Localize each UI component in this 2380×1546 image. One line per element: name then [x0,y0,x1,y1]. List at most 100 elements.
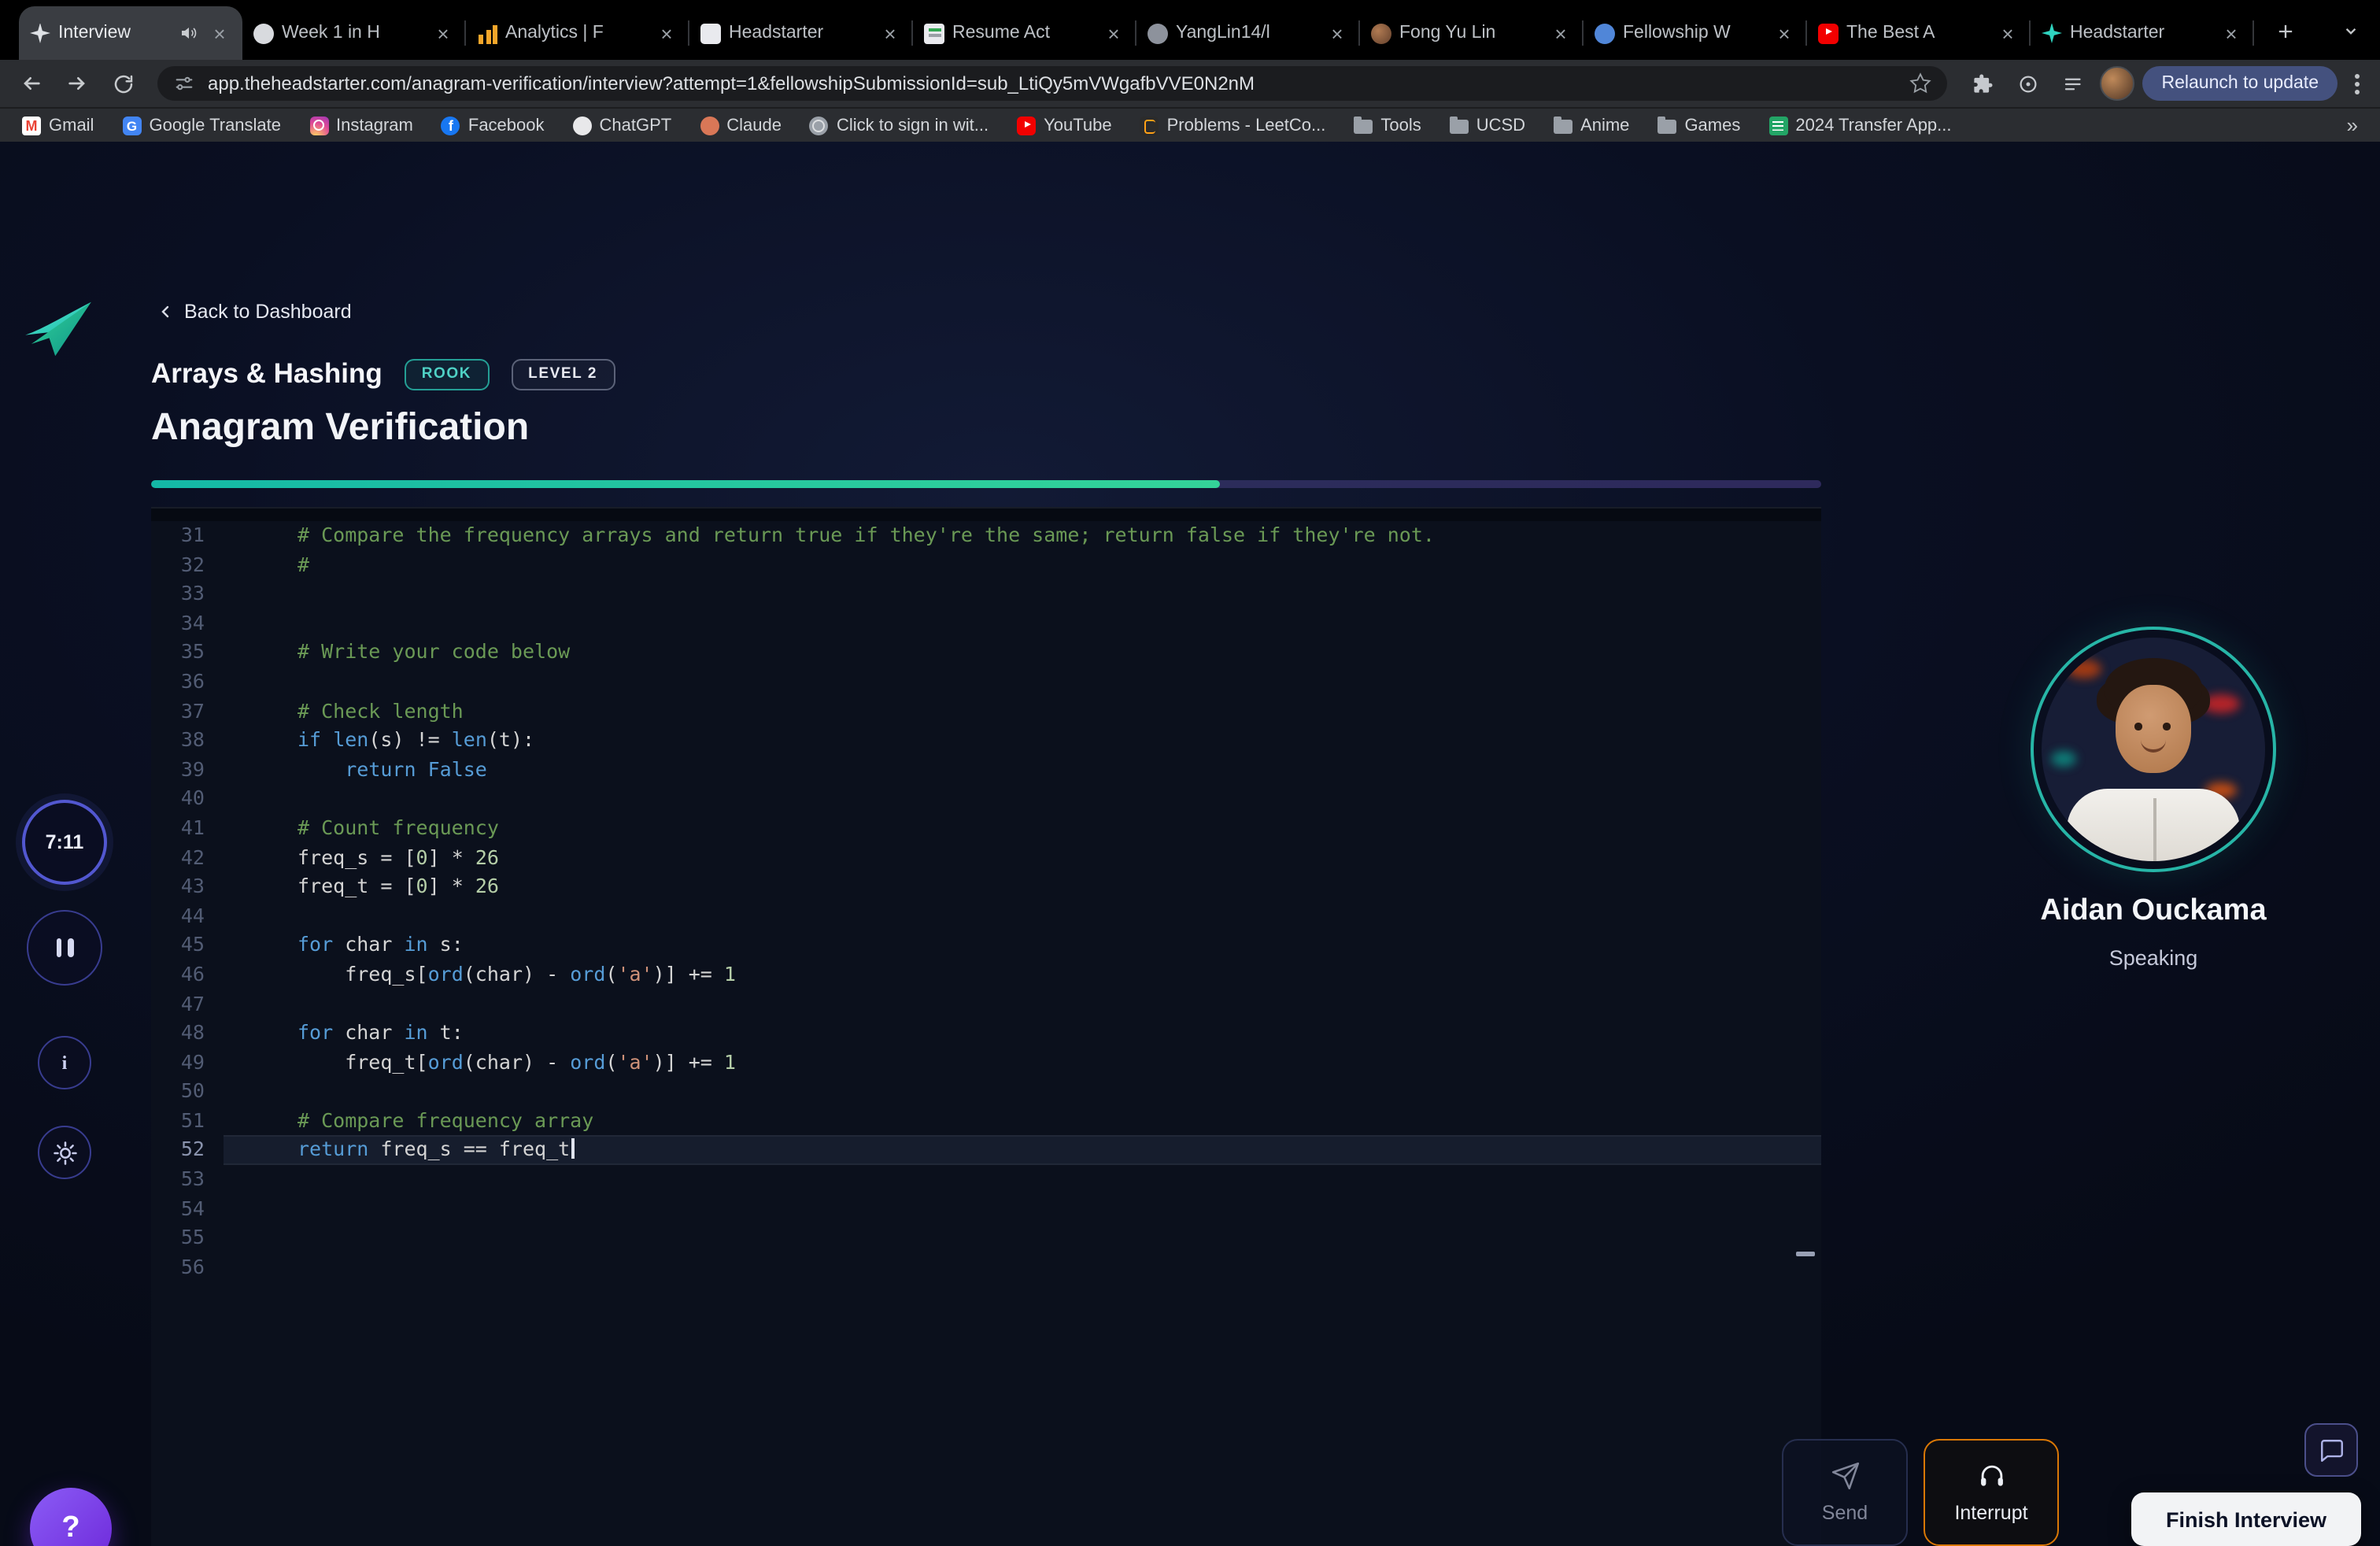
bookmark-item[interactable]: Problems - LeetCo... [1140,116,1326,135]
bookmark-label: Problems - LeetCo... [1167,116,1326,135]
browser-tab[interactable]: Fong Yu Lin× [1360,6,1584,60]
bookmark-item[interactable]: Anime [1554,116,1629,135]
extensions-icon[interactable] [1964,65,2001,102]
browser-tab[interactable]: Fellowship W× [1584,6,1807,60]
site-settings-icon[interactable] [173,72,195,94]
code-line[interactable]: 31# Compare the frequency arrays and ret… [151,521,1821,550]
browser-tab[interactable]: YangLin14/l × [1136,6,1360,60]
tab-title: YangLin14/l [1176,24,1318,43]
bookmarks-overflow-icon[interactable]: » [2347,113,2358,137]
back-to-dashboard-link[interactable]: Back to Dashboard [156,301,352,323]
bookmark-item[interactable]: Click to sign in wit... [810,116,989,135]
code-line[interactable]: 38if len(s) != len(t): [151,726,1821,755]
code-line[interactable]: 33 [151,579,1821,608]
chat-button[interactable] [2304,1423,2358,1477]
code-line[interactable]: 49 freq_t[ord(char) - ord('a')] += 1 [151,1048,1821,1077]
code-line[interactable]: 36 [151,668,1821,697]
code-line[interactable]: 42freq_s = [0] * 26 [151,843,1821,872]
tab-close-icon[interactable]: × [878,21,902,45]
bookmark-item[interactable]: 2024 Transfer App... [1768,116,1951,135]
bookmark-label: Google Translate [149,116,281,135]
code-line[interactable]: 51# Compare frequency array [151,1107,1821,1136]
bookmark-item[interactable]: Instagram [309,116,413,135]
finish-interview-button[interactable]: Finish Interview [2131,1492,2361,1546]
help-button[interactable]: ? [30,1488,112,1546]
tab-close-icon[interactable]: × [655,21,678,45]
code-line[interactable]: 41# Count frequency [151,814,1821,843]
new-tab-button[interactable] [2267,13,2304,50]
line-number: 51 [151,1107,224,1136]
profile-avatar[interactable] [2101,66,2135,101]
reload-button[interactable] [104,65,142,102]
code-line[interactable]: 56 [151,1253,1821,1282]
relaunch-button[interactable]: Relaunch to update [2143,66,2338,101]
code-line[interactable]: 46 freq_s[ord(char) - ord('a')] += 1 [151,960,1821,989]
code-line[interactable]: 54 [151,1194,1821,1223]
code-line[interactable]: 45for char in s: [151,931,1821,960]
info-button[interactable]: i [38,1036,91,1089]
bookmark-item[interactable]: Facebook [442,116,545,135]
pause-button[interactable] [27,910,102,986]
browser-tab[interactable]: Resume Act × [913,6,1136,60]
reading-list-icon[interactable] [2055,65,2093,102]
code-line[interactable]: 44 [151,901,1821,930]
bookmark-item[interactable]: Claude [700,116,782,135]
bookmark-item[interactable]: Gmail [22,116,94,135]
browser-tab[interactable]: The Best A× [1807,6,2031,60]
send-button[interactable]: Send [1782,1439,1908,1546]
code-line[interactable]: 39 return False [151,756,1821,785]
forward-button[interactable] [58,65,96,102]
browser-tab[interactable]: Week 1 in H× [242,6,466,60]
settings-button[interactable] [38,1126,91,1179]
code-line[interactable]: 47 [151,989,1821,1019]
code-text [224,609,1821,638]
browser-tab[interactable]: Headstarter× [2031,6,2254,60]
back-button[interactable] [13,65,50,102]
code-line[interactable]: 34 [151,609,1821,638]
code-text: # Write your code below [224,638,1821,668]
interrupt-button[interactable]: Interrupt [1924,1439,2059,1546]
code-line[interactable]: 35# Write your code below [151,638,1821,668]
code-line[interactable]: 48for char in t: [151,1019,1821,1048]
code-line[interactable]: 55 [151,1224,1821,1253]
code-text [224,1194,1821,1223]
browser-menu-icon[interactable] [2345,65,2367,102]
code-line[interactable]: 50 [151,1078,1821,1107]
bookmark-star-icon[interactable] [1910,72,1932,94]
tab-close-icon[interactable]: × [1772,21,1796,45]
tab-audio-icon[interactable] [179,23,200,43]
code-line[interactable]: 40 [151,785,1821,814]
bookmark-item[interactable]: Tools [1354,116,1421,135]
tab-title: Resume Act [952,24,1094,43]
scrollbar-marker[interactable] [1796,1252,1815,1256]
code-editor[interactable]: 31# Compare the frequency arrays and ret… [151,507,1821,1546]
tab-search-button[interactable] [2333,13,2367,47]
address-bar[interactable]: app.theheadstarter.com/anagram-verificat… [157,66,1948,101]
code-line[interactable]: 53 [151,1165,1821,1194]
tab-close-icon[interactable]: × [1325,21,1349,45]
tab-close-icon[interactable]: × [2219,21,2243,45]
tab-close-icon[interactable]: × [1102,21,1125,45]
leetcode-icon [1140,116,1159,135]
code-line[interactable]: 37# Check length [151,697,1821,726]
code-line[interactable]: 52return freq_s == freq_t [151,1136,1821,1165]
progress-bar [151,480,1821,488]
bookmark-item[interactable]: Games [1658,116,1740,135]
code-line[interactable]: 43freq_t = [0] * 26 [151,872,1821,901]
bookmark-item[interactable]: YouTube [1017,116,1111,135]
extension-icon[interactable] [2009,65,2047,102]
browser-tab[interactable]: Analytics | F× [466,6,689,60]
tab-close-icon[interactable]: × [1996,21,2020,45]
tab-close-icon[interactable]: × [208,21,231,45]
bookmark-item[interactable]: Google Translate [122,116,281,135]
tab-close-icon[interactable]: × [1549,21,1572,45]
bookmark-item[interactable]: UCSD [1450,116,1525,135]
back-arrow-icon [19,71,44,96]
bookmark-item[interactable]: ChatGPT [573,116,672,135]
browser-tab[interactable]: Headstarter× [689,6,913,60]
code-text: # Count frequency [224,814,1821,843]
bookmark-label: Instagram [336,116,413,135]
browser-tab[interactable]: Interview× [19,6,242,60]
tab-close-icon[interactable]: × [431,21,455,45]
code-line[interactable]: 32# [151,550,1821,579]
